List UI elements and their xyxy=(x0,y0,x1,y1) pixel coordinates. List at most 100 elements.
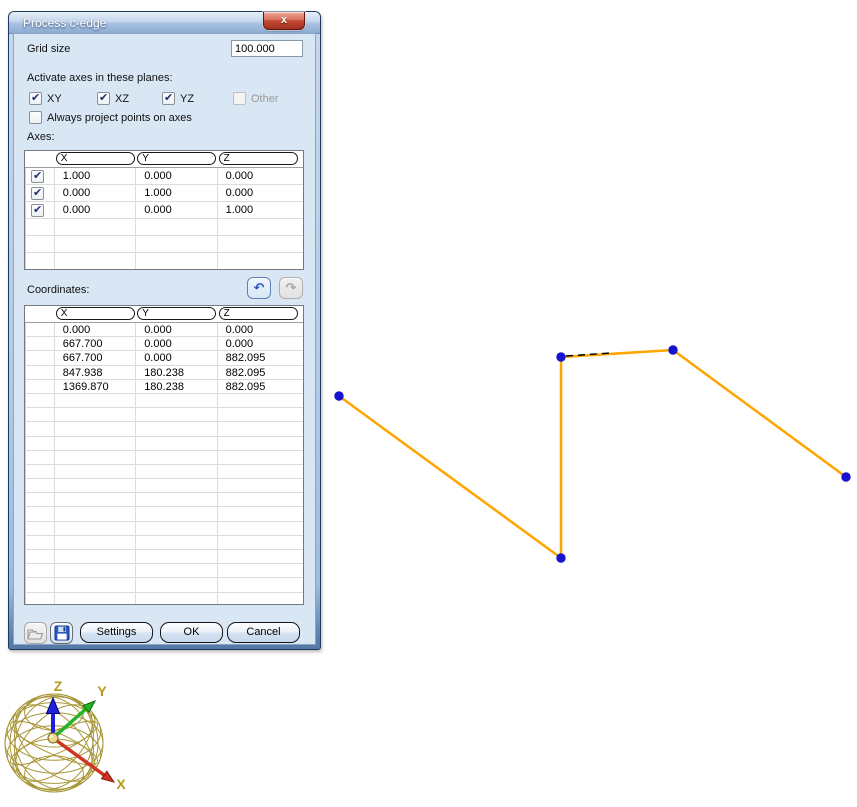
row-checkbox-cell xyxy=(25,436,55,450)
row-checkbox-cell xyxy=(25,202,55,218)
plane-checkbox-yz[interactable] xyxy=(162,91,175,105)
table-cell xyxy=(218,394,303,407)
close-icon[interactable]: x xyxy=(263,12,305,30)
column-header-z[interactable]: Z xyxy=(218,151,303,167)
table-cell xyxy=(218,236,303,252)
vertex-point[interactable] xyxy=(556,352,566,362)
table-cell[interactable]: 0.000 xyxy=(218,323,303,336)
table-row[interactable]: 0.0000.0001.000 xyxy=(25,202,303,219)
table-cell xyxy=(55,578,137,592)
table-cell[interactable]: 0.000 xyxy=(218,168,303,184)
column-header-z[interactable]: Z xyxy=(218,306,303,322)
edge-segment[interactable] xyxy=(671,348,848,479)
table-cell xyxy=(136,507,218,521)
grid-size-input[interactable] xyxy=(231,40,303,57)
vertex-point[interactable] xyxy=(841,472,851,482)
row-checkbox-cell xyxy=(25,464,55,479)
empty-table-row xyxy=(25,479,303,494)
table-cell[interactable]: 1.000 xyxy=(218,202,303,218)
edge-segment[interactable] xyxy=(337,394,563,560)
table-cell[interactable]: 0.000 xyxy=(55,202,137,218)
table-cell[interactable]: 0.000 xyxy=(136,202,218,218)
origin-ball xyxy=(47,732,59,744)
table-row[interactable]: 0.000 0.000 0.000 xyxy=(25,323,303,338)
table-cell xyxy=(136,464,218,479)
table-row[interactable]: 0.0001.0000.000 xyxy=(25,185,303,202)
title-bar[interactable]: Process c-edge x xyxy=(9,12,320,34)
coordinates-table[interactable]: X Y Z 0.000 0.000 0.000 667.700 0.000 0.000 667.7… xyxy=(24,305,304,605)
activate-planes-label: Activate axes in these planes: xyxy=(27,72,173,84)
table-cell[interactable]: 0.000 xyxy=(55,323,137,337)
table-cell xyxy=(55,450,137,464)
ok-button[interactable]: OK xyxy=(160,622,223,643)
table-cell xyxy=(218,437,303,450)
always-project-checkbox[interactable] xyxy=(29,111,42,124)
vertex-point[interactable] xyxy=(334,391,344,401)
axis-row-checkbox[interactable] xyxy=(31,203,44,217)
table-row[interactable]: 667.700 0.000 882.095 xyxy=(25,351,303,366)
table-cell xyxy=(136,550,218,564)
settings-button[interactable]: Settings xyxy=(80,622,153,643)
axis-row-checkbox[interactable] xyxy=(31,186,44,200)
table-cell[interactable]: 882.095 xyxy=(218,351,303,364)
table-cell[interactable]: 180.238 xyxy=(136,379,218,393)
table-cell[interactable]: 0.000 xyxy=(55,185,137,201)
edge-segment[interactable] xyxy=(559,348,675,359)
table-cell[interactable]: 1.000 xyxy=(136,185,218,201)
table-cell[interactable]: 0.000 xyxy=(136,337,218,351)
column-header-x[interactable]: X xyxy=(55,306,136,322)
table-cell[interactable]: 0.000 xyxy=(136,323,218,337)
empty-table-row xyxy=(25,393,303,409)
column-header-y[interactable]: Y xyxy=(136,306,217,322)
row-checkbox-cell xyxy=(25,253,55,269)
table-cell xyxy=(55,408,137,422)
plane-checkbox-xz[interactable] xyxy=(97,91,110,105)
table-cell[interactable]: 0.000 xyxy=(218,185,303,201)
table-cell xyxy=(136,493,218,507)
table-cell xyxy=(218,422,303,435)
table-cell[interactable]: 180.238 xyxy=(136,365,218,379)
table-cell[interactable]: 882.095 xyxy=(218,366,303,379)
table-cell xyxy=(218,507,303,520)
plane-checkbox-xy[interactable] xyxy=(29,91,42,105)
empty-table-row xyxy=(25,578,303,593)
column-header-x[interactable]: X xyxy=(55,151,136,167)
table-cell[interactable]: 882.095 xyxy=(218,380,303,393)
row-checkbox-cell xyxy=(25,422,55,436)
vertex-point[interactable] xyxy=(556,553,566,563)
table-cell[interactable]: 667.700 xyxy=(55,337,137,351)
table-cell xyxy=(136,422,218,436)
table-cell xyxy=(218,593,303,604)
table-cell[interactable]: 667.700 xyxy=(55,351,137,365)
column-header-y[interactable]: Y xyxy=(136,151,217,167)
table-cell xyxy=(218,451,303,464)
orientation-globe: Z Y X xyxy=(4,678,126,793)
table-row[interactable]: 667.700 0.000 0.000 xyxy=(25,337,303,352)
table-row[interactable]: 1369.870 180.238 882.095 xyxy=(25,379,303,394)
empty-table-row xyxy=(25,219,303,236)
table-cell[interactable]: 1.000 xyxy=(55,168,137,184)
open-folder-icon xyxy=(27,628,44,640)
table-cell xyxy=(55,393,137,408)
table-row[interactable]: 847.938 180.238 882.095 xyxy=(25,365,303,380)
table-cell[interactable]: 0.000 xyxy=(136,168,218,184)
row-checkbox-cell xyxy=(25,393,55,408)
dialog-title: Process c-edge xyxy=(23,16,107,30)
table-cell[interactable]: 0.000 xyxy=(136,351,218,365)
cancel-button[interactable]: Cancel xyxy=(227,622,300,643)
vertex-point[interactable] xyxy=(668,345,678,355)
table-cell xyxy=(136,219,218,235)
empty-table-row xyxy=(25,550,303,565)
undo-icon[interactable]: ↶ xyxy=(247,277,271,299)
axes-label: Axes: xyxy=(27,131,55,143)
axes-table[interactable]: XYZ1.0000.0000.0000.0001.0000.0000.0000.… xyxy=(24,150,304,270)
row-checkbox-cell xyxy=(25,521,55,535)
column-header-pill: X xyxy=(55,152,135,165)
table-cell[interactable]: 0.000 xyxy=(218,337,303,350)
save-button[interactable] xyxy=(50,622,73,644)
table-row[interactable]: 1.0000.0000.000 xyxy=(25,168,303,185)
table-cell[interactable]: 1369.870 xyxy=(55,379,137,393)
table-cell xyxy=(136,535,218,549)
table-cell[interactable]: 847.938 xyxy=(55,365,137,379)
axis-row-checkbox[interactable] xyxy=(31,169,44,183)
